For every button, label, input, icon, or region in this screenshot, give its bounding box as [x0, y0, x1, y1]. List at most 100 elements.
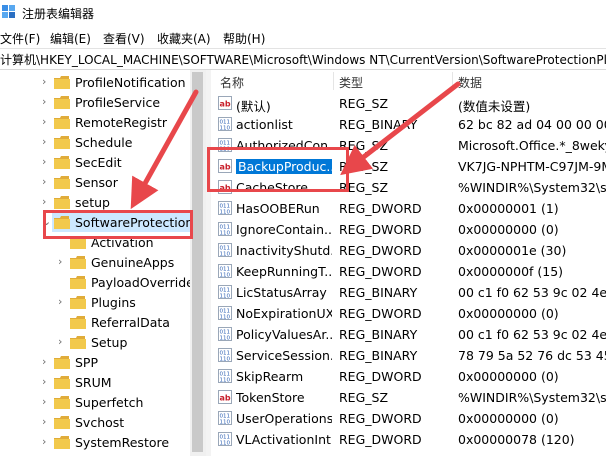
tree-node[interactable]: ReferralData: [0, 313, 198, 333]
tree-node[interactable]: › ProfileService: [0, 93, 198, 113]
value-name-text: actionlist: [236, 117, 293, 132]
value-row[interactable]: 011 110 IgnoreContain... REG_DWORD 0x0000000…: [212, 219, 606, 240]
string-value-icon: ab: [218, 96, 232, 110]
column-divider[interactable]: [333, 72, 334, 90]
chevron-right-icon[interactable]: ›: [42, 156, 52, 168]
tree-node[interactable]: › SPP: [0, 353, 198, 373]
value-row[interactable]: 011 110 PolicyValuesAr... REG_BINARY 00 c1 f…: [212, 324, 606, 345]
svg-text:110: 110: [220, 378, 231, 384]
chevron-right-icon[interactable]: ›: [42, 116, 52, 128]
value-type: REG_BINARY: [339, 348, 418, 363]
tree-node[interactable]: › SecEdit: [0, 153, 198, 173]
tree-node[interactable]: › ProfileNotification: [0, 73, 198, 93]
value-type: REG_DWORD: [339, 432, 422, 447]
chevron-right-icon[interactable]: ›: [58, 296, 68, 308]
tree-node[interactable]: › Plugins: [0, 293, 198, 313]
value-data: 0x00000000 (0): [458, 306, 559, 321]
value-data: (数值未设置): [458, 99, 531, 114]
column-header-type[interactable]: 类型: [339, 74, 363, 91]
chevron-right-icon[interactable]: ›: [42, 96, 52, 108]
tree-node[interactable]: PayloadOverride: [0, 273, 198, 293]
value-data: 0x00000000 (0): [458, 411, 559, 426]
chevron-right-icon[interactable]: ›: [42, 76, 52, 88]
value-row[interactable]: 011 110 UserOperations REG_DWORD 0x00000000 …: [212, 408, 606, 429]
pane-splitter[interactable]: [206, 70, 211, 456]
value-row[interactable]: 011 110 InactivityShutd... REG_DWORD 0x00000…: [212, 240, 606, 261]
string-value-icon: ab: [218, 390, 232, 404]
tree-node-label: Sensor: [75, 175, 118, 190]
folder-icon: [54, 176, 70, 189]
value-type: REG_DWORD: [339, 201, 422, 216]
folder-icon: [54, 196, 70, 209]
folder-icon: [54, 116, 70, 129]
menu-file[interactable]: 文件(F): [0, 30, 40, 47]
value-row[interactable]: 011 110 HasOOBERun REG_DWORD 0x00000001 (1): [212, 198, 606, 219]
svg-text:ab: ab: [220, 394, 231, 403]
value-row[interactable]: 011 110 actionlist REG_BINARY 62 bc 82 ad 04…: [212, 114, 606, 135]
tree-scrollbar[interactable]: [190, 70, 206, 456]
value-name-text: UserOperations: [236, 411, 332, 426]
chevron-right-icon[interactable]: ›: [42, 176, 52, 188]
menu-bar: 文件(F) 编辑(E) 查看(V) 收藏夹(A) 帮助(H): [0, 26, 606, 48]
tree-node-label: ReferralData: [91, 315, 170, 330]
value-row[interactable]: 011 110 LicStatusArray REG_BINARY 00 c1 f0 6…: [212, 282, 606, 303]
menu-view[interactable]: 查看(V): [103, 30, 145, 47]
tree-node[interactable]: › Sensor: [0, 173, 198, 193]
value-data: 0x00000000 (0): [458, 369, 559, 384]
binary-value-icon: 011110: [218, 348, 232, 362]
value-name: actionlist: [236, 117, 332, 132]
menu-edit[interactable]: 编辑(E): [50, 30, 91, 47]
chevron-right-icon[interactable]: ›: [42, 436, 52, 448]
chevron-right-icon[interactable]: ›: [42, 356, 52, 368]
svg-text:110: 110: [220, 420, 231, 426]
tree-scrollbar-thumb[interactable]: [192, 72, 203, 452]
value-row[interactable]: 011 110 NoExpirationUX REG_DWORD 0x00000000 …: [212, 303, 606, 324]
value-row[interactable]: 011110 VLActivationInt... REG_DWORD 0x00000…: [212, 429, 606, 450]
tree-node[interactable]: › GenuineApps: [0, 253, 198, 273]
menu-favorites[interactable]: 收藏夹(A): [157, 30, 211, 47]
tree-node[interactable]: › Schedule: [0, 133, 198, 153]
chevron-right-icon[interactable]: ›: [42, 196, 52, 208]
chevron-right-icon[interactable]: ›: [42, 416, 52, 428]
value-name: (默认): [236, 96, 332, 115]
tree-node[interactable]: › RemoteRegistr: [0, 113, 198, 133]
column-header-data[interactable]: 数据: [458, 74, 482, 91]
value-row[interactable]: 011 110 KeepRunningT... REG_DWORD 0x0000000f…: [212, 261, 606, 282]
value-type: REG_SZ: [339, 138, 389, 153]
value-row[interactable]: 011 110 ServiceSession... REG_BINARY 78 79 5…: [212, 345, 606, 366]
column-divider[interactable]: [452, 72, 453, 90]
tree-node-label: RemoteRegistr: [75, 115, 168, 130]
window-title: 注册表编辑器: [22, 7, 95, 21]
value-name-text: IgnoreContain...: [236, 222, 332, 237]
value-name-text: SkipRearm: [236, 369, 304, 384]
tree-node[interactable]: › SRUM: [0, 373, 198, 393]
tree-node[interactable]: › SystemRestore: [0, 433, 198, 453]
tree-node[interactable]: › Svchost: [0, 413, 198, 433]
menu-help[interactable]: 帮助(H): [223, 30, 265, 47]
tree-node[interactable]: › Superfetch: [0, 393, 198, 413]
tree-node[interactable]: › Setup: [0, 333, 198, 353]
chevron-right-icon[interactable]: ›: [42, 396, 52, 408]
chevron-right-icon[interactable]: ›: [42, 376, 52, 388]
value-row[interactable]: ab TokenStore REG_SZ %WINDIR%\System32\sp: [212, 387, 606, 408]
folder-icon: [54, 356, 70, 369]
value-name: UserOperations: [236, 411, 332, 426]
chevron-right-icon[interactable]: ›: [42, 136, 52, 148]
chevron-right-icon[interactable]: ›: [58, 256, 68, 268]
value-name: InactivityShutd...: [236, 243, 332, 258]
tree-node-label: SRUM: [75, 375, 112, 390]
value-row[interactable]: 011 110 SkipRearm REG_DWORD 0x00000000 (0): [212, 366, 606, 387]
column-header-name[interactable]: 名称: [220, 74, 244, 91]
folder-icon: [70, 316, 86, 329]
svg-text:110: 110: [220, 126, 231, 132]
tree-node-label: Svchost: [75, 415, 125, 430]
value-name-text: PolicyValuesAr...: [236, 327, 332, 342]
value-name: PolicyValuesAr...: [236, 327, 332, 342]
chevron-right-icon[interactable]: ›: [58, 336, 68, 348]
address-path[interactable]: 计算机\HKEY_LOCAL_MACHINE\SOFTWARE\Microsof…: [0, 51, 606, 68]
value-name-text: ServiceSession...: [236, 348, 332, 363]
folder-icon: [70, 336, 86, 349]
value-row[interactable]: ab (默认) REG_SZ (数值未设置): [212, 93, 606, 114]
address-bar[interactable]: 计算机\HKEY_LOCAL_MACHINE\SOFTWARE\Microsof…: [0, 48, 606, 70]
value-type: REG_DWORD: [339, 264, 422, 279]
